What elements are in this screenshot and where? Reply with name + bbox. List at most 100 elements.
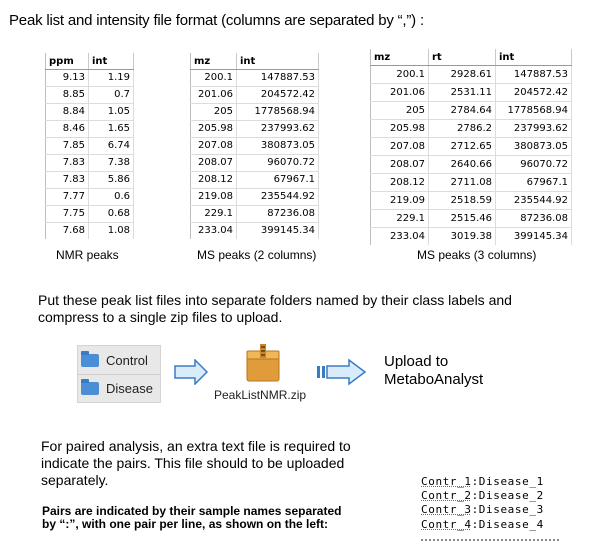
table-row: 200.1 147887.53: [190, 69, 319, 87]
table-cell: 2786.2: [428, 119, 496, 138]
table-row: 208.12 2711.08 67967.1: [370, 173, 572, 192]
table-cell: 200.1: [190, 69, 237, 87]
table-cell: 1.65: [88, 120, 134, 138]
table-row: 219.09 2518.59 235544.92: [370, 191, 572, 210]
table-cell: 2531.11: [428, 83, 496, 102]
ms3-table-body: 200.1 2928.61 147887.53 201.06 2531.11 204572…: [370, 65, 572, 245]
table-cell: 205.98: [190, 120, 237, 138]
table-row: 208.07 2640.66 96070.72: [370, 155, 572, 174]
table-row: 200.1 2928.61 147887.53: [370, 65, 572, 84]
table-cell: 207.08: [190, 137, 237, 155]
table-cell: 3019.38: [428, 227, 496, 245]
table-row: 201.06 204572.42: [190, 86, 319, 104]
table-cell: 380873.05: [495, 137, 572, 156]
table-cell: 1.05: [88, 103, 134, 121]
table-row: 9.13 1.19: [45, 69, 134, 87]
instruction-text: Put these peak list files into separate …: [38, 292, 512, 326]
ms-peaks-2col-table: mz int 200.1 147887.53 201.06 204572.42 205 1…: [190, 53, 319, 239]
table-cell: 219.09: [370, 191, 429, 210]
table-cell: 1.08: [88, 222, 134, 239]
nmr-caption: NMR peaks: [56, 248, 119, 262]
ms3-caption: MS peaks (3 columns): [417, 248, 537, 262]
folder-icon: [81, 378, 99, 395]
pair-line: Contr_1:Disease_1: [421, 475, 544, 489]
nmr-peaks-table: ppm int 9.13 1.19 8.85 0.7 8.84 1.05 8.46 1.65 7…: [45, 53, 134, 239]
pair-control: Contr_2: [421, 489, 472, 503]
folder-control[interactable]: Control: [81, 349, 148, 371]
table-row: 205.98 2786.2 237993.62: [370, 119, 572, 138]
table-row: 8.84 1.05: [45, 103, 134, 121]
table-cell: 96070.72: [495, 155, 572, 174]
table-row: 207.08 380873.05: [190, 137, 319, 155]
table-cell: 208.12: [370, 173, 429, 192]
folder-list: Control Disease: [77, 345, 161, 403]
table-row: 7.75 0.68: [45, 205, 134, 223]
folder-label: Control: [106, 352, 148, 368]
pair-line: Contr_4:Disease_4: [421, 518, 544, 532]
table-cell: 229.1: [190, 205, 237, 223]
column-header: mz: [370, 49, 429, 66]
page-title: Peak list and intensity file format (col…: [9, 12, 424, 29]
table-cell: 1778568.94: [236, 103, 319, 121]
table-cell: 204572.42: [495, 83, 572, 102]
table-cell: 237993.62: [236, 120, 319, 138]
table-cell: 8.46: [45, 120, 89, 138]
divider: [78, 374, 160, 375]
table-row: 201.06 2531.11 204572.42: [370, 83, 572, 102]
table-row: 7.83 7.38: [45, 154, 134, 172]
table-cell: 233.04: [190, 222, 237, 239]
paired-line: indicate the pairs. This file should to …: [41, 455, 345, 471]
table-cell: 2711.08: [428, 173, 496, 192]
table-cell: 7.77: [45, 188, 89, 206]
table-cell: 208.12: [190, 171, 237, 189]
note-line: by “:”, with one pair per line, as shown…: [42, 516, 329, 531]
pair-line: Contr_2:Disease_2: [421, 489, 544, 503]
table-cell: 2640.66: [428, 155, 496, 174]
table-cell: 147887.53: [495, 65, 572, 84]
table-row: 7.83 5.86: [45, 171, 134, 189]
table-row: 208.12 67967.1: [190, 171, 319, 189]
upload-line: Upload to: [384, 353, 449, 370]
table-cell: 219.08: [190, 188, 237, 206]
table-cell: 1778568.94: [495, 101, 572, 120]
folder-label: Disease: [106, 380, 153, 396]
table-cell: 7.38: [88, 154, 134, 172]
folder-icon: [81, 350, 99, 367]
table-cell: 0.6: [88, 188, 134, 206]
pairs-continuation: [421, 539, 559, 541]
table-cell: 201.06: [370, 83, 429, 102]
table-cell: 233.04: [370, 227, 429, 245]
table-row: 207.08 2712.65 380873.05: [370, 137, 572, 156]
pair-control: Contr_1: [421, 475, 472, 488]
table-cell: 201.06: [190, 86, 237, 104]
table-cell: 96070.72: [236, 154, 319, 172]
column-header: int: [495, 49, 572, 66]
paired-line: separately.: [41, 472, 109, 488]
table-cell: 7.83: [45, 171, 89, 189]
zip-archive-icon[interactable]: [245, 343, 281, 383]
table-row: 208.07 96070.72: [190, 154, 319, 172]
pairs-example: Contr_1:Disease_1 Contr_2:Disease_2 Cont…: [421, 475, 544, 532]
table-cell: 67967.1: [495, 173, 572, 192]
folder-disease[interactable]: Disease: [81, 377, 153, 399]
table-cell: 237993.62: [495, 119, 572, 138]
table-cell: 7.83: [45, 154, 89, 172]
pair-disease: :Disease_4: [471, 517, 544, 531]
table-cell: 67967.1: [236, 171, 319, 189]
table-row: 205.98 237993.62: [190, 120, 319, 138]
table-row: 233.04 399145.34: [190, 222, 319, 239]
table-cell: 1.19: [88, 69, 134, 87]
table-row: 7.68 1.08: [45, 222, 134, 239]
table-cell: 7.68: [45, 222, 89, 239]
nmr-table-body: 9.13 1.19 8.85 0.7 8.84 1.05 8.46 1.65 7.85 6.74 7…: [45, 69, 134, 239]
upload-line: MetaboAnalyst: [384, 371, 484, 388]
table-cell: 205: [370, 101, 429, 120]
table-cell: 2515.46: [428, 209, 496, 228]
pairs-note: Pairs are indicated by their sample name…: [42, 505, 341, 530]
pair-disease: :Disease_1: [471, 475, 544, 488]
ms2-caption: MS peaks (2 columns): [197, 248, 317, 262]
table-row: 219.08 235544.92: [190, 188, 319, 206]
table-cell: 2928.61: [428, 65, 496, 84]
table-cell: 205.98: [370, 119, 429, 138]
table-cell: 235544.92: [495, 191, 572, 210]
